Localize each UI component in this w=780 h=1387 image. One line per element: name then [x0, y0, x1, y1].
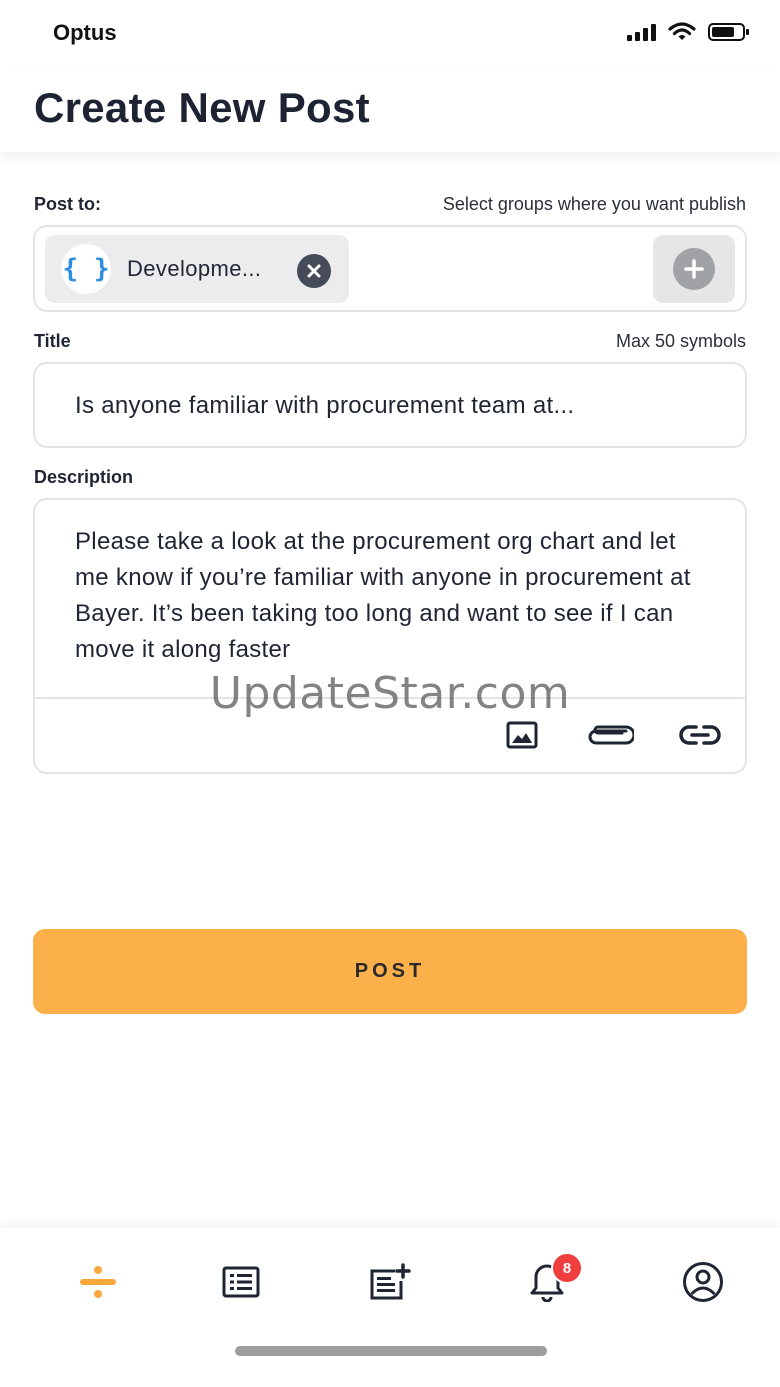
title-input[interactable]: Is anyone familiar with procurement team… [33, 362, 747, 448]
wifi-icon [668, 22, 696, 40]
add-group-button[interactable] [653, 235, 735, 303]
notification-badge: 8 [551, 1252, 583, 1284]
description-divider [35, 697, 745, 699]
nav-item-notifications[interactable]: 8 [517, 1252, 583, 1304]
carrier-name: Optus [53, 20, 117, 45]
title-label: Title [34, 331, 71, 351]
insert-link-button[interactable] [677, 720, 723, 750]
nav-item-new-post[interactable] [360, 1260, 420, 1304]
group-selector[interactable]: { } Developme... [33, 225, 747, 312]
signal-icon [627, 23, 656, 41]
post-to-hint: Select groups where you want publish [442, 194, 746, 214]
divide-icon [80, 1266, 116, 1298]
title-input-value: Is anyone familiar with procurement team… [75, 392, 575, 419]
battery-icon [708, 23, 749, 41]
description-input-value: Please take a look at the procurement or… [75, 528, 691, 663]
home-indicator [235, 1346, 547, 1356]
page-title: Create New Post [34, 84, 370, 131]
post-button[interactable]: POST [33, 929, 747, 1014]
post-to-label-row: Post to: Select groups where you want pu… [34, 194, 746, 215]
plus-circle-icon [673, 248, 715, 290]
remove-group-button[interactable] [297, 254, 331, 288]
page-header: Create New Post [0, 70, 780, 152]
bottom-nav: 8 [0, 1228, 780, 1387]
title-hint: Max 50 symbols [615, 331, 746, 351]
paperclip-icon [588, 725, 634, 745]
nav-item-home[interactable] [68, 1260, 128, 1304]
insert-image-button[interactable] [505, 720, 539, 750]
group-chip-label: Developme... [127, 256, 262, 281]
title-label-row: Title Max 50 symbols [34, 331, 746, 352]
description-label-row: Description [34, 467, 746, 488]
attach-file-button[interactable] [585, 720, 635, 750]
description-label: Description [34, 467, 134, 487]
group-chip[interactable]: { } Developme... [45, 235, 349, 303]
status-icons [627, 22, 750, 42]
description-input[interactable]: Please take a look at the procurement or… [33, 498, 747, 774]
image-icon [506, 721, 538, 749]
nav-item-profile[interactable] [673, 1260, 733, 1304]
code-braces-icon: { } [61, 244, 111, 294]
list-icon [222, 1266, 260, 1298]
profile-icon [683, 1262, 723, 1302]
post-to-label: Post to: [34, 194, 101, 214]
link-icon [679, 725, 721, 745]
status-bar: Optus [0, 0, 780, 70]
nav-item-feed[interactable] [211, 1260, 271, 1304]
close-icon [307, 264, 321, 278]
new-post-icon [370, 1263, 411, 1300]
